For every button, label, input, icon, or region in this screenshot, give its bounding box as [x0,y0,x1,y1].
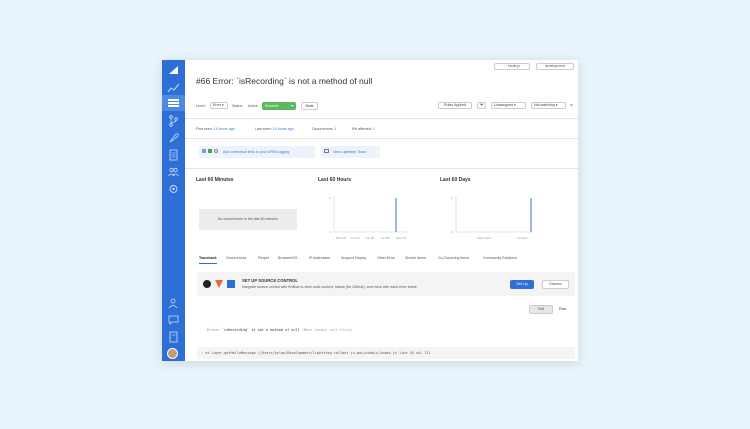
chevron-down-icon: ▾ [291,104,293,108]
deploys-rocket-icon[interactable] [167,132,180,144]
chart-title-minutes: Last 60 Minutes [196,177,234,183]
tab-co-occurring-items[interactable]: Co-Occurring Items [438,256,469,260]
integration-icon [214,149,218,153]
watch-select[interactable]: Not watching ▾ [531,102,566,109]
chart-60-hours: 1 0 Mon 06 12 PM Tue 06 12 PM Wed 07 [329,196,410,240]
tab-occurrences[interactable]: Occurrences [226,256,246,260]
status-label: Status: [232,104,244,108]
versions-branch-icon[interactable] [167,115,180,127]
trace-frame[interactable]: › at Layer.getHelloMessage (/Users/kylan… [197,347,575,359]
x-tick: September [477,236,492,240]
settings-gear-icon[interactable] [167,183,180,195]
apm-links-banner[interactable]: Add contextual links to your APM/Logging [199,146,315,158]
y-tick-1: 1 [329,196,331,200]
y-tick-1: 1 [451,196,453,200]
rql-document-icon[interactable] [167,149,180,161]
tab-other-envs[interactable]: Other Envs [377,256,395,260]
main-content: ☆ Node.js development #66 Error: `isReco… [185,60,578,361]
tab-people[interactable]: People [258,256,269,260]
github-icon [203,280,211,288]
lightstep-trace-text: View Lightstep Trace [333,149,367,154]
sidebar [162,60,185,361]
item-title: #66 Error: `isRecording` is not a method… [196,76,373,86]
status-current: Active [248,104,258,108]
occurrences-count: Occurrences: 1 [312,127,337,131]
invite-user-icon[interactable] [167,297,180,309]
assign-select[interactable]: Unassigned ▾ [491,102,526,109]
bitbucket-icon [227,280,235,288]
y-tick-0: 0 [329,230,331,234]
source-control-banner: SET UP SOURCE CONTROL Integrate source c… [197,272,575,296]
x-tick: October [517,236,528,240]
source-control-desc: Integrate source control with Rollbar to… [242,285,418,289]
rollbar-logo-icon[interactable] [166,63,181,75]
item-tabs: Traceback Occurrences People Browser/OS … [197,256,575,266]
feedback-chat-icon[interactable] [167,314,180,326]
people-users-icon[interactable] [167,166,180,178]
frame-text: › at Layer.getHelloMessage (/Users/kylan… [201,350,431,355]
level-label: Level: [196,104,206,108]
dashboard-chart-icon[interactable] [167,82,180,94]
source-control-title: SET UP SOURCE CONTROL [242,278,298,283]
chart-title-days: Last 60 Days [440,177,471,183]
tab-community-solutions[interactable]: Community Solutions [483,256,517,260]
x-tick: 12 PM [381,236,390,240]
resolve-button[interactable]: Resolve ▾ [262,102,296,110]
ips-affected: IPs affected: 1 [352,127,375,131]
full-trace-button[interactable]: Full [529,305,553,314]
tab-browser-os[interactable]: Browser/OS [278,256,297,260]
x-tick: Tue 06 [365,236,375,240]
set-up-button[interactable]: Set Up [510,280,534,289]
first-seen: First seen: 19 hours ago [196,127,235,131]
x-tick: 12 PM [351,236,360,240]
divider [185,138,578,139]
x-tick: Mon 06 [336,236,346,240]
rules-applied-button[interactable]: Rules Applied [438,102,472,109]
divider [185,118,578,119]
lightstep-trace-button[interactable]: View Lightstep Trace [321,146,380,158]
raw-trace-button[interactable]: Raw [559,305,566,314]
tab-traceback[interactable]: Traceback [199,256,217,264]
environment-button[interactable]: development [536,63,574,70]
close-icon[interactable]: × [570,103,573,109]
y-tick-0: 0 [451,230,453,234]
tab-ip-addresses[interactable]: IP Addresses [309,256,330,260]
tab-similar-items[interactable]: Similar Items [405,256,426,260]
flag-icon[interactable]: ⚑ [477,102,486,109]
chart-title-hours: Last 60 Hours [318,177,352,183]
last-seen: Last seen: 19 hours ago [255,127,294,131]
lightstep-icon [324,149,329,153]
dismiss-button[interactable]: Dismiss [542,280,569,289]
divider [185,168,578,169]
mute-button[interactable]: Mute [301,102,318,110]
gitlab-icon [215,280,223,288]
nodejs-project-button[interactable]: ☆ Node.js [494,63,530,70]
apm-links-text: Add contextual links to your APM/Logging [223,149,290,154]
docs-book-icon[interactable] [167,331,180,343]
x-tick: Wed 07 [396,236,407,240]
no-occurrences-box: No occurrences in the last 60 minutes [199,209,297,230]
tab-suspect-deploy[interactable]: Suspect Deploy [341,256,366,260]
app-window: ☆ Node.js development #66 Error: `isReco… [162,60,578,361]
items-list-icon[interactable] [162,95,185,111]
user-avatar[interactable] [167,348,178,359]
error-message: Error: `isRecording` is not a method of … [207,328,353,332]
chart-60-days: 1 0 September October [451,196,532,240]
integration-icon [208,149,212,153]
integration-icon [202,149,206,153]
level-select[interactable]: Error ▾ [210,102,228,109]
